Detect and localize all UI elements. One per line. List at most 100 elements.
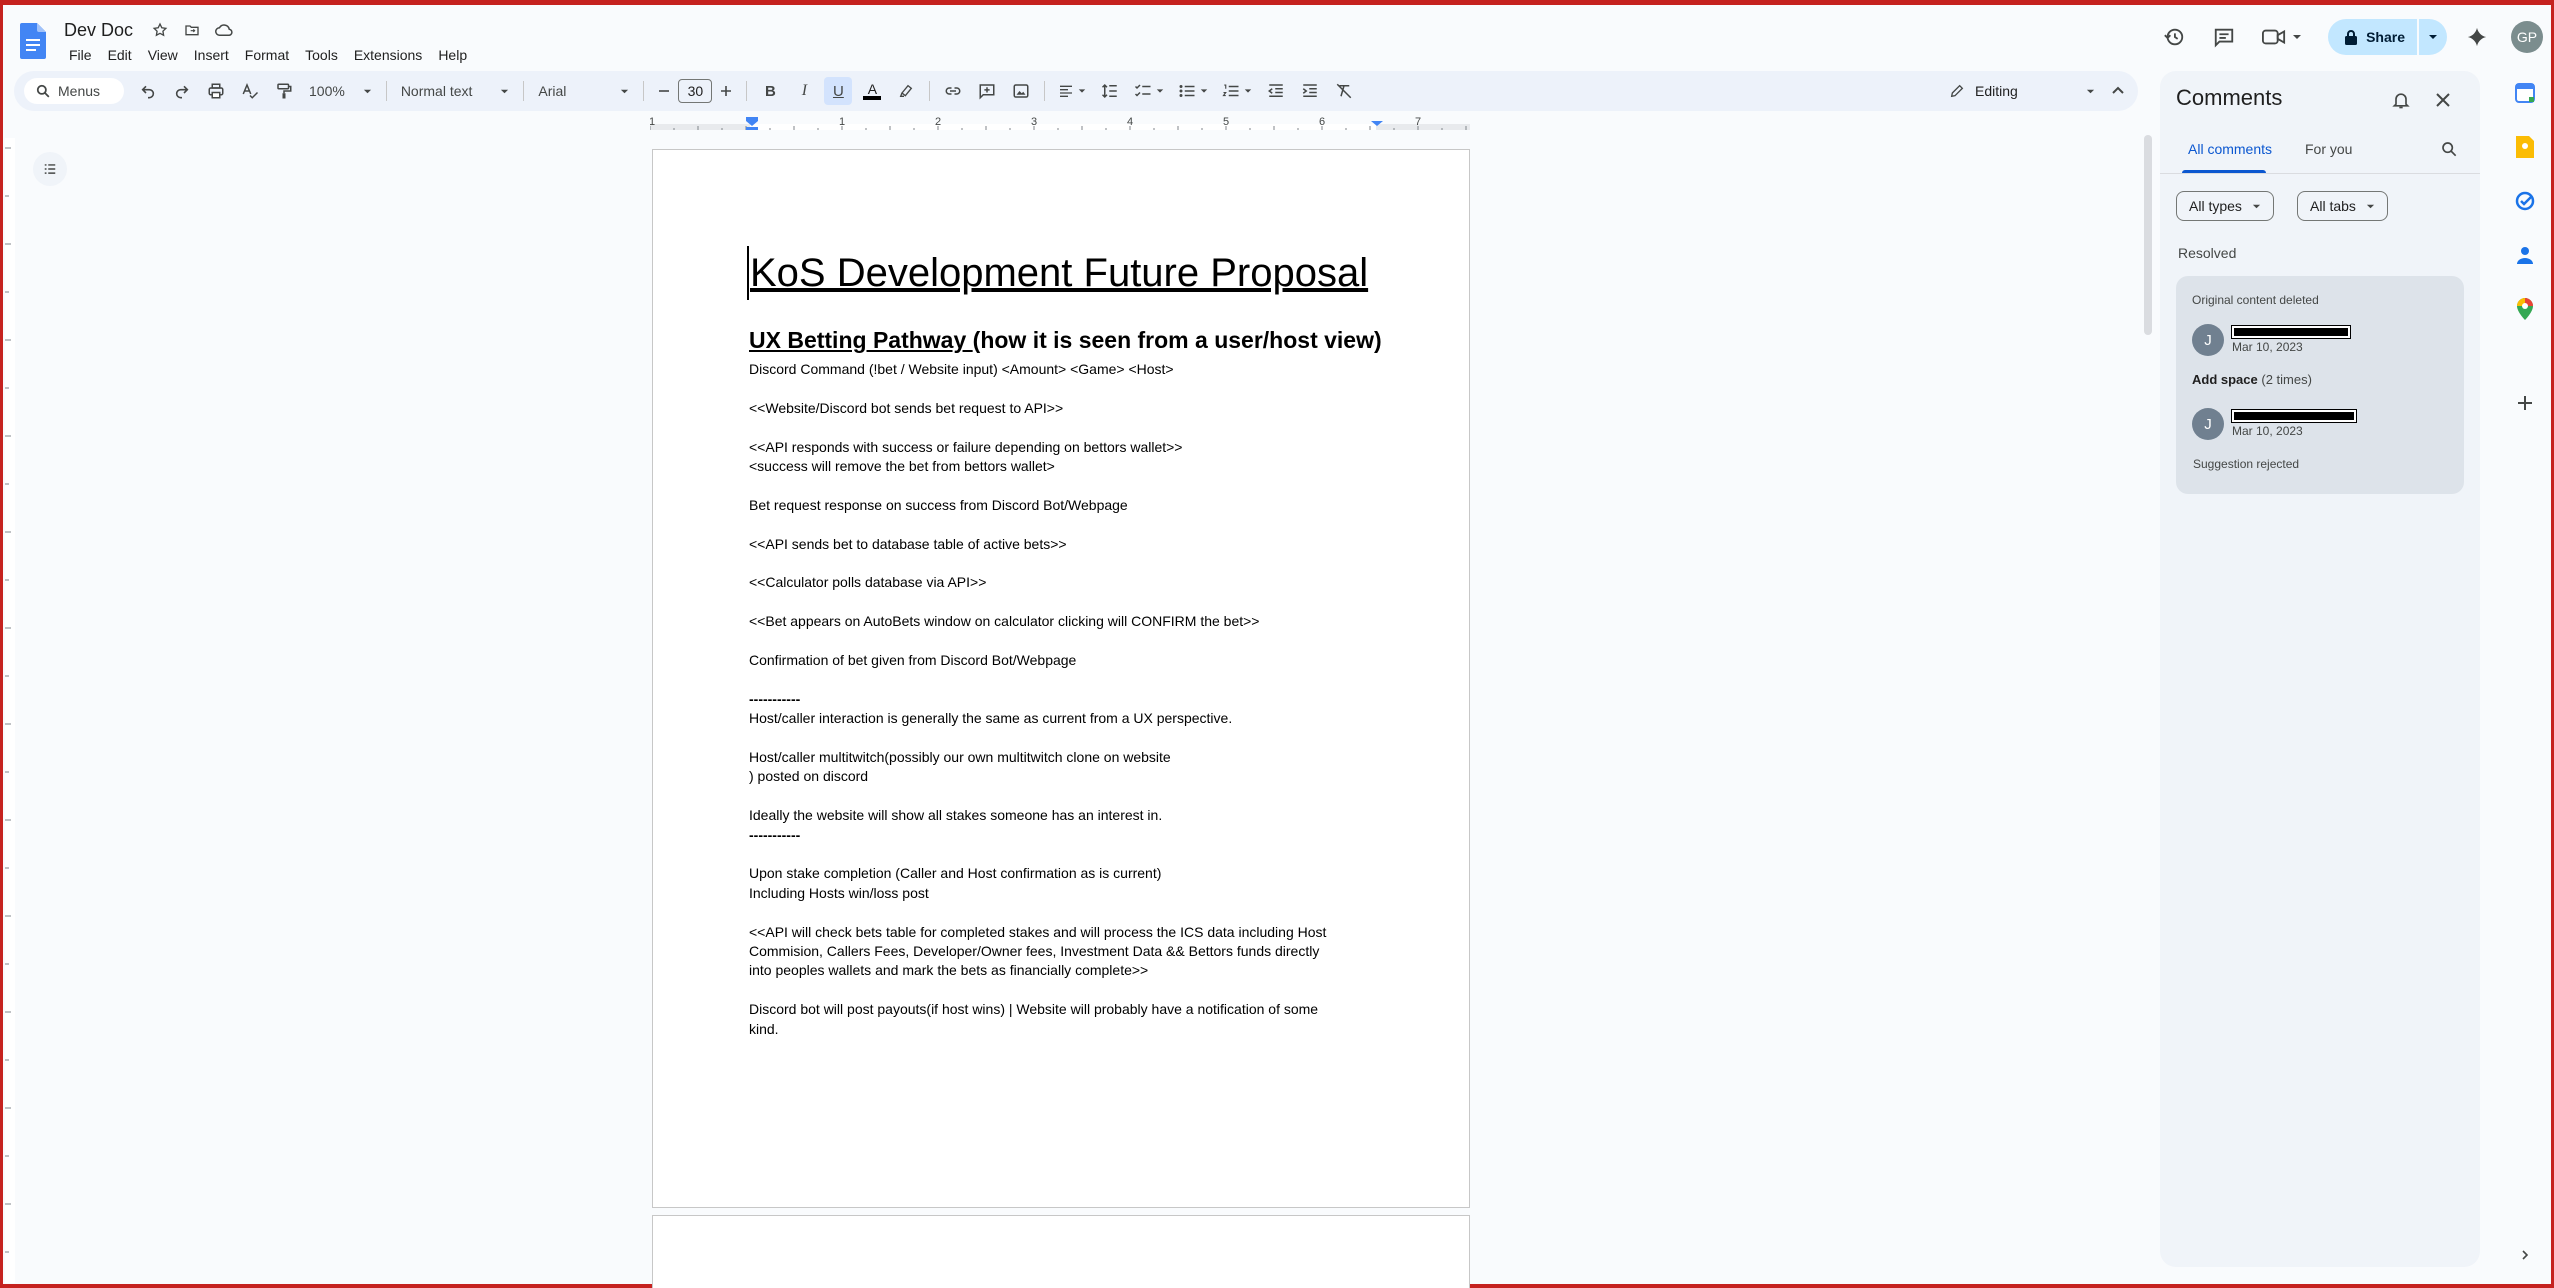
version-history-icon[interactable] — [2154, 17, 2194, 57]
editing-mode-select[interactable]: Editing — [1949, 71, 2095, 111]
document-scrollbar[interactable] — [2144, 135, 2152, 335]
collapse-toolbar-icon[interactable] — [2104, 77, 2132, 105]
document-line[interactable] — [749, 515, 1389, 534]
share-button[interactable]: Share — [2328, 19, 2417, 55]
avatar[interactable]: J — [2192, 408, 2224, 440]
document-line[interactable]: into peoples wallets and mark the bets a… — [749, 961, 1389, 980]
chevron-right-icon[interactable] — [2513, 1243, 2537, 1267]
document-line[interactable]: ----------- — [749, 690, 1389, 709]
tab-all-comments[interactable]: All comments — [2188, 141, 2272, 157]
menu-insert[interactable]: Insert — [186, 45, 237, 65]
add-comment-icon[interactable] — [973, 77, 1001, 105]
document-line[interactable]: Upon stake completion (Caller and Host c… — [749, 864, 1389, 883]
search-icon[interactable] — [2436, 136, 2462, 162]
tasks-icon[interactable] — [2513, 189, 2537, 213]
horizontal-ruler[interactable]: 1 1 2 3 4 5 6 7 — [650, 117, 1470, 133]
document-line[interactable]: Discord bot will post payouts(if host wi… — [749, 1000, 1389, 1019]
document-page-2[interactable] — [652, 1215, 1470, 1288]
print-icon[interactable] — [202, 77, 230, 105]
notifications-bell-icon[interactable] — [2386, 85, 2416, 115]
document-line[interactable]: <success will remove the bet from bettor… — [749, 457, 1389, 476]
calendar-icon[interactable] — [2513, 81, 2537, 105]
menu-tools[interactable]: Tools — [297, 45, 346, 65]
filter-types-select[interactable]: All types — [2176, 191, 2274, 221]
paragraph-style-select[interactable]: Normal text — [393, 83, 518, 99]
avatar[interactable]: J — [2192, 324, 2224, 356]
document-line[interactable] — [749, 729, 1389, 748]
document-line[interactable]: Confirmation of bet given from Discord B… — [749, 651, 1389, 670]
tab-for-you[interactable]: For you — [2305, 141, 2352, 157]
checklist-select[interactable] — [1130, 77, 1168, 105]
underline-icon[interactable]: U — [824, 77, 853, 105]
document-body[interactable]: KoS Development Future Proposal UX Betti… — [747, 246, 1389, 1039]
font-select[interactable]: Arial — [530, 83, 637, 99]
document-line[interactable]: Bet request response on success from Dis… — [749, 496, 1389, 515]
account-avatar[interactable]: GP — [2511, 21, 2543, 53]
document-line[interactable] — [749, 593, 1389, 612]
gemini-icon[interactable] — [2457, 17, 2497, 57]
document-line[interactable]: <<API will check bets table for complete… — [749, 923, 1389, 942]
document-line[interactable] — [749, 418, 1389, 437]
font-size-input[interactable]: 30 — [678, 79, 713, 103]
spellcheck-icon[interactable] — [236, 77, 264, 105]
document-line[interactable] — [749, 787, 1389, 806]
contacts-icon[interactable] — [2513, 243, 2537, 267]
add-addon-icon[interactable] — [2513, 391, 2537, 415]
document-line[interactable]: Discord Command (!bet / Website input) <… — [749, 360, 1389, 379]
insert-image-icon[interactable] — [1007, 77, 1035, 105]
document-line[interactable] — [749, 670, 1389, 689]
docs-logo-icon[interactable] — [20, 23, 46, 59]
highlight-icon[interactable] — [892, 77, 920, 105]
keep-icon[interactable] — [2513, 135, 2537, 159]
document-line[interactable]: Including Hosts win/loss post — [749, 884, 1389, 903]
document-outline-button[interactable] — [33, 152, 67, 186]
document-line[interactable]: Commision, Callers Fees, Developer/Owner… — [749, 942, 1389, 961]
increase-font-size-icon[interactable] — [712, 77, 740, 105]
document-line[interactable]: Host/caller interaction is generally the… — [749, 709, 1389, 728]
comments-icon[interactable] — [2204, 17, 2244, 57]
vertical-ruler[interactable] — [3, 138, 17, 1283]
document-line[interactable] — [749, 476, 1389, 495]
document-line[interactable] — [749, 845, 1389, 864]
menu-format[interactable]: Format — [237, 45, 297, 65]
document-line[interactable]: <<API responds with success or failure d… — [749, 438, 1389, 457]
menu-view[interactable]: View — [140, 45, 186, 65]
zoom-select[interactable]: 100% — [301, 83, 380, 99]
text-color-icon[interactable]: A — [858, 77, 886, 105]
star-icon[interactable] — [149, 19, 171, 41]
document-line[interactable]: Host/caller multitwitch(possibly our own… — [749, 748, 1389, 767]
increase-indent-icon[interactable] — [1296, 77, 1324, 105]
menus-search-button[interactable]: Menus — [24, 78, 124, 104]
decrease-font-size-icon[interactable] — [650, 77, 678, 105]
document-line[interactable] — [749, 554, 1389, 573]
numbered-list-select[interactable] — [1218, 77, 1256, 105]
doc-title[interactable]: Dev Doc — [64, 20, 133, 41]
document-line[interactable] — [749, 379, 1389, 398]
comment-card[interactable]: Original content deleted J Mar 10, 2023 … — [2176, 276, 2464, 494]
document-line[interactable] — [749, 903, 1389, 922]
maps-icon[interactable] — [2513, 297, 2537, 321]
document-line[interactable]: <<API sends bet to database table of act… — [749, 535, 1389, 554]
meet-icon[interactable] — [2254, 17, 2310, 57]
document-line[interactable]: ) posted on discord — [749, 767, 1389, 786]
document-line[interactable]: kind. — [749, 1020, 1389, 1039]
bulleted-list-select[interactable] — [1174, 77, 1212, 105]
decrease-indent-icon[interactable] — [1262, 77, 1290, 105]
document-page[interactable]: KoS Development Future Proposal UX Betti… — [652, 149, 1470, 1208]
filter-tabs-select[interactable]: All tabs — [2297, 191, 2388, 221]
close-icon[interactable] — [2428, 85, 2458, 115]
document-heading[interactable]: UX Betting Pathway (how it is seen from … — [749, 324, 1389, 356]
document-line[interactable] — [749, 632, 1389, 651]
cloud-saved-icon[interactable] — [213, 19, 235, 41]
document-line[interactable]: <<Calculator polls database via API>> — [749, 573, 1389, 592]
document-line[interactable]: Ideally the website will show all stakes… — [749, 806, 1389, 825]
document-title[interactable]: KoS Development Future Proposal — [747, 246, 1389, 300]
share-dropdown-button[interactable] — [2419, 19, 2447, 55]
paint-format-icon[interactable] — [270, 77, 298, 105]
line-spacing-icon[interactable] — [1096, 77, 1124, 105]
document-line[interactable] — [749, 981, 1389, 1000]
move-folder-icon[interactable] — [181, 19, 203, 41]
redo-icon[interactable] — [168, 77, 196, 105]
clear-formatting-icon[interactable] — [1330, 77, 1358, 105]
italic-icon[interactable]: I — [790, 77, 818, 105]
